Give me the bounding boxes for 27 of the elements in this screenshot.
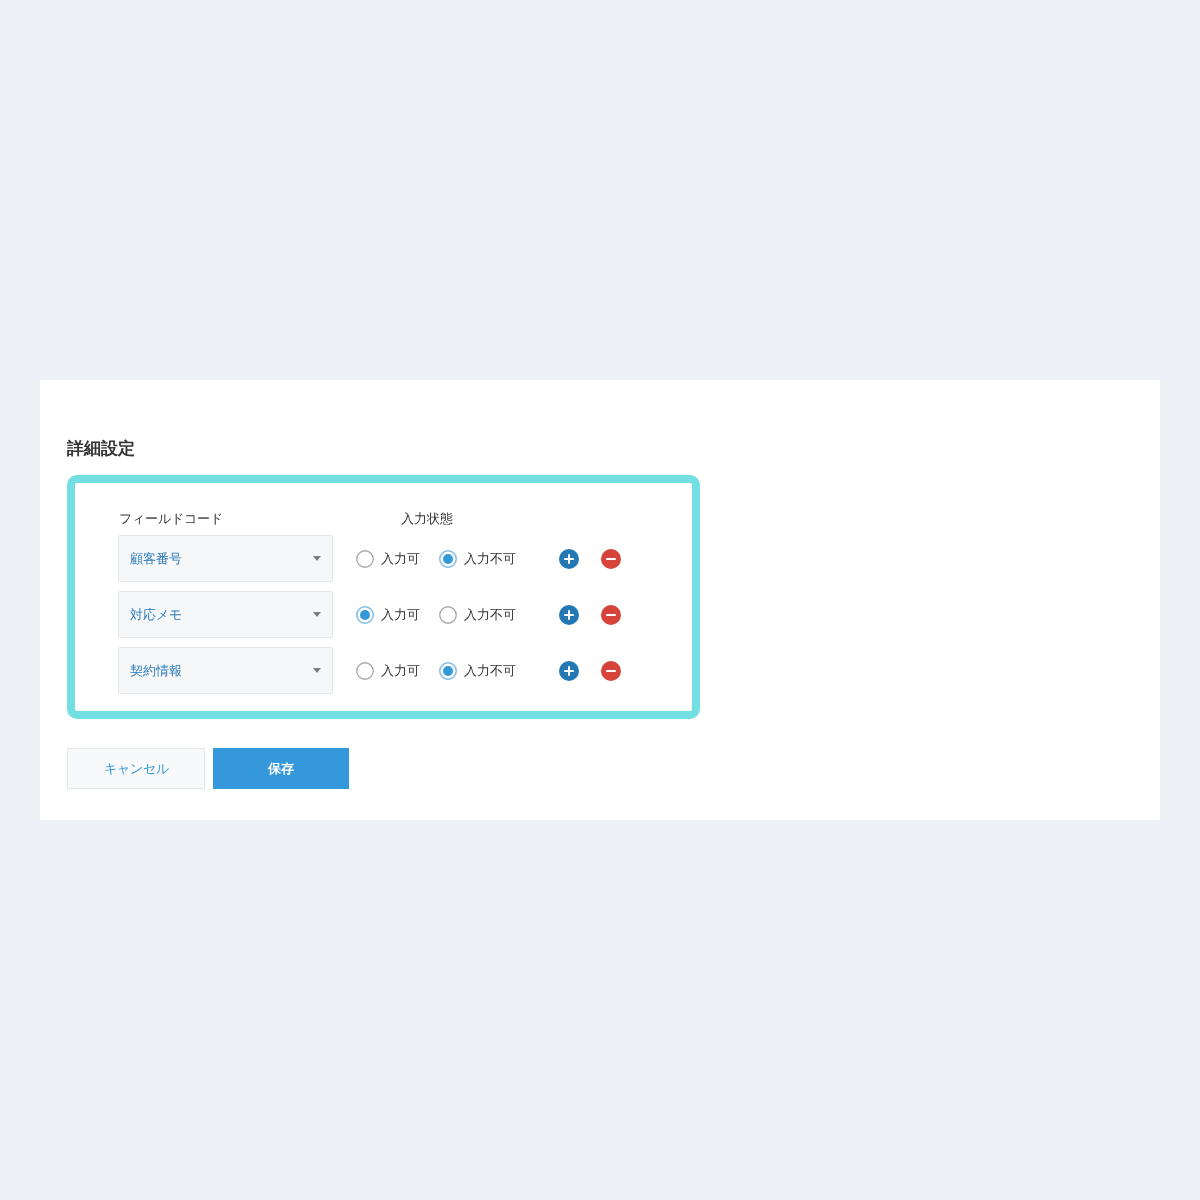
column-header: 入力状態	[401, 510, 453, 528]
caret-icon	[313, 668, 321, 673]
radio-selected-icon[interactable]	[356, 605, 374, 624]
section-title: 詳細設定	[67, 438, 135, 460]
radio-label[interactable]: 入力不可	[464, 660, 516, 681]
remove-circle-icon[interactable]	[601, 660, 621, 681]
caret-icon	[313, 556, 321, 561]
add-circle-icon[interactable]	[559, 548, 579, 569]
remove-circle-icon[interactable]	[601, 604, 621, 625]
add-circle-icon[interactable]	[559, 604, 579, 625]
radio-selected-icon[interactable]	[439, 549, 457, 568]
radio-label[interactable]: 入力不可	[464, 548, 516, 569]
field-select[interactable]: 対応メモ	[118, 591, 333, 638]
radio-label[interactable]: 入力可	[381, 548, 420, 569]
field-select[interactable]: 顧客番号	[118, 535, 333, 582]
radio-selected-icon[interactable]	[439, 661, 457, 680]
radio-label[interactable]: 入力可	[381, 660, 420, 681]
column-header: フィールドコード	[118, 510, 224, 528]
radio-label[interactable]: 入力不可	[464, 604, 516, 625]
radio-icon[interactable]	[439, 605, 457, 624]
caret-icon	[313, 612, 321, 617]
radio-icon[interactable]	[356, 661, 374, 680]
radio-icon[interactable]	[356, 549, 374, 568]
remove-circle-icon[interactable]	[601, 548, 621, 569]
add-circle-icon[interactable]	[559, 660, 579, 681]
field-select[interactable]: 契約情報	[118, 647, 333, 694]
radio-label[interactable]: 入力可	[381, 604, 420, 625]
